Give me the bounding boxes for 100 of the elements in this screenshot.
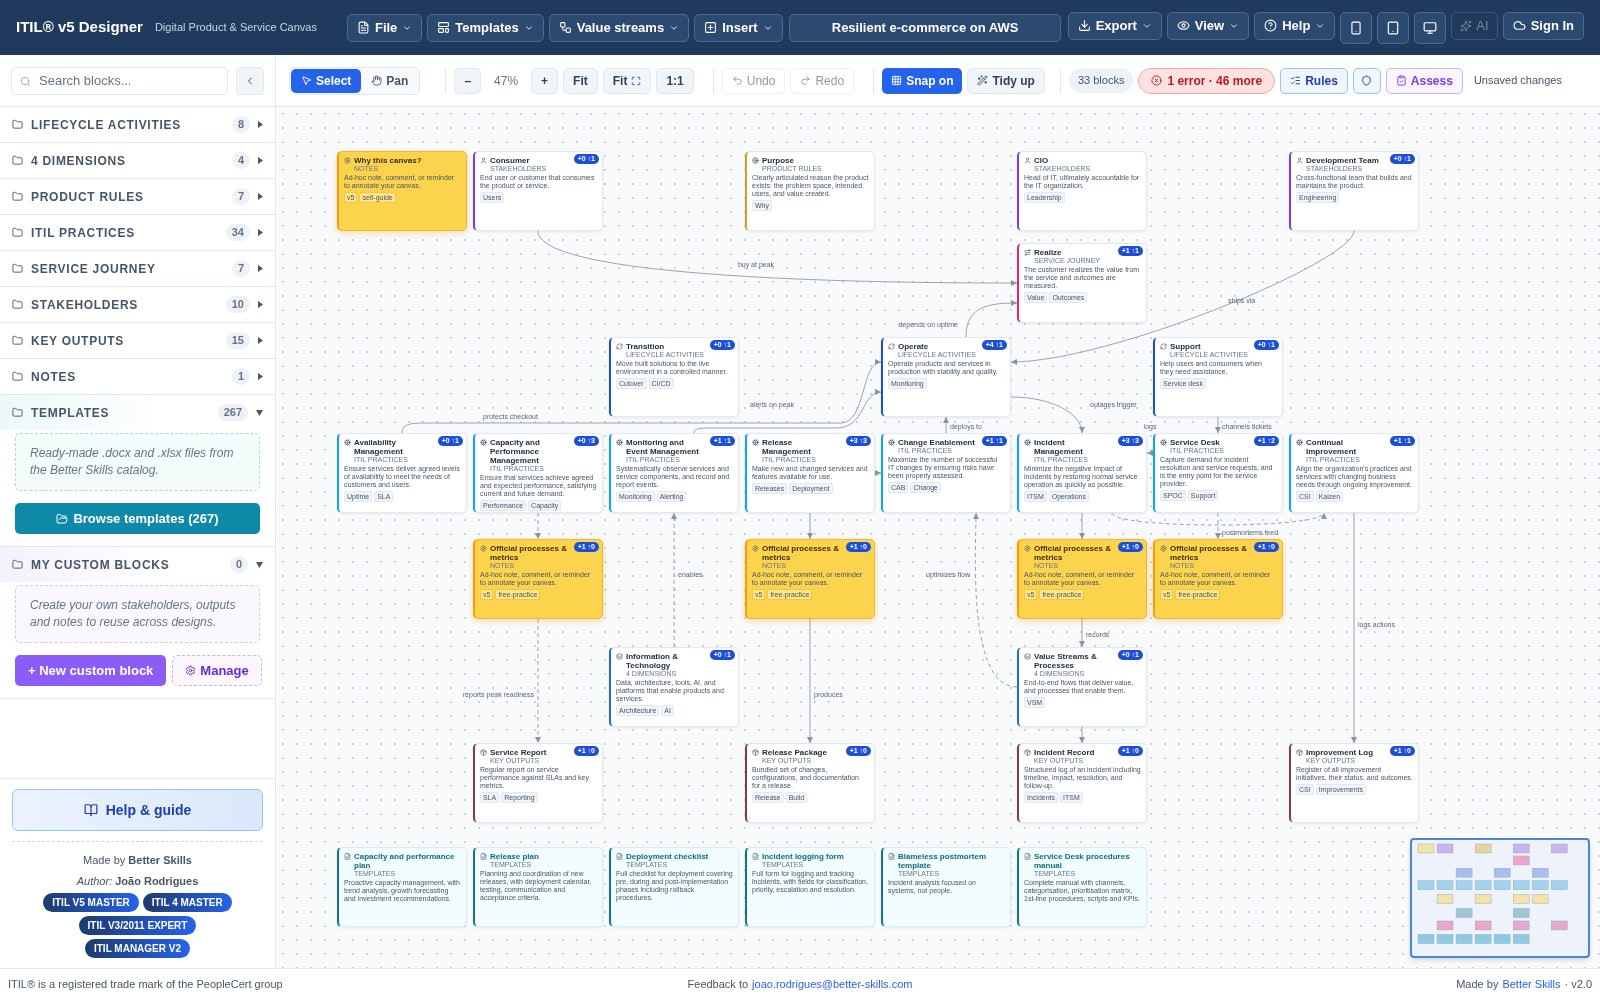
connector[interactable] (807, 512, 813, 540)
menu-icon (1077, 19, 1091, 32)
block-icon (1024, 749, 1031, 756)
menu-button[interactable]: Export (1067, 11, 1162, 40)
fit-view-button[interactable]: Fit (563, 67, 598, 94)
connector[interactable] (535, 512, 541, 540)
block-icon (1024, 853, 1031, 860)
snap-toggle[interactable]: Snap on (882, 67, 963, 94)
certification-badge: ITIL V3/2011 EXPERT (78, 916, 197, 935)
issues-button[interactable]: 1 error · 46 more (1138, 67, 1276, 94)
connector[interactable] (693, 389, 882, 434)
connector[interactable] (1215, 512, 1221, 540)
block-icon (1296, 157, 1303, 164)
save-status: Unsaved changes (1473, 73, 1562, 89)
minimap[interactable] (1410, 838, 1590, 958)
block-icon (1296, 749, 1303, 756)
menu-button[interactable]: Help (1254, 11, 1336, 40)
tool-toggle[interactable]: Select (291, 68, 362, 93)
rules-button[interactable]: Rules (1280, 67, 1348, 94)
block-count-badge: 33 blocks (1068, 68, 1134, 93)
assess-button[interactable]: Assess (1385, 67, 1463, 94)
count-badge: 15 (225, 332, 250, 349)
menu-button[interactable]: View (1166, 11, 1250, 40)
block-title: Incident logging form (762, 852, 844, 861)
connector[interactable] (807, 618, 813, 744)
block-title: Official processes & metrics (762, 544, 840, 562)
expand-triangle-icon (258, 157, 263, 164)
menu-button[interactable]: File (346, 13, 423, 42)
certification-badge: ITIL V5 MASTER (43, 893, 139, 912)
category-icon (12, 407, 23, 418)
tidy-up-button[interactable]: Tidy up (967, 67, 1045, 94)
expand-triangle-icon (258, 229, 263, 236)
connector[interactable] (973, 512, 1018, 688)
block-title: Support (1170, 342, 1202, 351)
search-field[interactable]: Search blocks... (11, 66, 228, 95)
info-note: Create your own stakeholders, outputs and notes to reuse across designs. (15, 585, 260, 643)
connector[interactable] (1010, 396, 1085, 434)
zoom-out-button[interactable]: – (454, 67, 482, 94)
block-title: Official processes & metrics (1034, 544, 1112, 562)
sign-in-button[interactable]: Sign In (1502, 11, 1584, 40)
connector[interactable] (535, 618, 541, 744)
block-title: Release plan (490, 852, 539, 861)
category-icon (12, 263, 23, 274)
fit-view-button[interactable]: 1:1 (656, 67, 694, 94)
connector[interactable] (1079, 618, 1085, 648)
connector[interactable] (943, 416, 949, 434)
block-title: Purpose (762, 156, 795, 165)
connector[interactable] (1351, 512, 1357, 744)
browse-templates-button[interactable]: Browse templates (267) (15, 503, 260, 534)
certification-badge: ITIL 4 MASTER (142, 893, 232, 912)
block-title: Realize (1034, 248, 1063, 257)
block-icon (1160, 545, 1167, 552)
block-title: Monitoring and Event Management (626, 438, 700, 456)
menu-icon (1176, 19, 1190, 32)
trademark-notice: ITIL® is a registered trade mark of the PeopleCert group (8, 977, 284, 993)
email-link[interactable]: joao.rodrigues@better-skills.com (752, 976, 913, 993)
canvas[interactable] (276, 107, 1600, 968)
count-badge: 10 (225, 296, 250, 313)
connector[interactable] (1215, 416, 1221, 434)
brand-link[interactable]: Better Skills (1502, 976, 1561, 993)
collapse-triangle-icon (256, 409, 263, 416)
block-title: Service Report (490, 748, 547, 757)
expand-triangle-icon (258, 121, 263, 128)
category-icon (12, 559, 23, 570)
device-preview-button[interactable] (1414, 11, 1447, 44)
connector[interactable] (1111, 512, 1327, 526)
menu-button[interactable]: Templates (427, 13, 544, 42)
block-title: Blameless postmortem template (898, 852, 988, 870)
document-title-field[interactable]: Resilient e-commerce on AWS (789, 13, 1062, 42)
count-badge: 7 (231, 260, 250, 277)
connector[interactable] (1079, 726, 1085, 744)
connector[interactable] (537, 230, 1018, 286)
block-title: Continual Improvement (1306, 438, 1358, 456)
connector[interactable] (671, 512, 677, 648)
new-custom-block-button[interactable]: + New custom block (15, 655, 167, 686)
block-title: Official processes & metrics (490, 544, 568, 562)
menu-button[interactable]: Value streams (548, 13, 690, 42)
fit-view-button[interactable]: Fit (602, 67, 652, 94)
tool-toggle[interactable]: Pan (361, 68, 419, 93)
app-subtitle: Digital Product & Service Canvas (154, 20, 317, 36)
count-badge: 4 (231, 152, 250, 169)
block-icon (1296, 439, 1303, 446)
block-title: Release Management (762, 438, 812, 456)
device-preview-button[interactable] (1377, 11, 1410, 44)
undo-icon (731, 75, 743, 86)
shield-button[interactable] (1352, 67, 1381, 94)
block-title: Value Streams & Processes (1034, 652, 1098, 670)
block-title: Change Enablement (898, 438, 975, 447)
block-icon (888, 439, 895, 446)
menu-button[interactable]: Insert (694, 13, 783, 42)
zoom-in-button[interactable]: + (531, 67, 559, 94)
connector[interactable] (401, 359, 882, 434)
connector[interactable] (965, 300, 1018, 338)
pointer-icon (301, 75, 312, 86)
device-preview-button[interactable] (1340, 11, 1373, 44)
folder-icon (56, 512, 69, 525)
expand-triangle-icon (258, 265, 263, 272)
manage-button[interactable]: Manage (172, 655, 262, 686)
connector[interactable] (1079, 512, 1085, 540)
help-guide-button[interactable]: Help & guide (12, 789, 263, 831)
